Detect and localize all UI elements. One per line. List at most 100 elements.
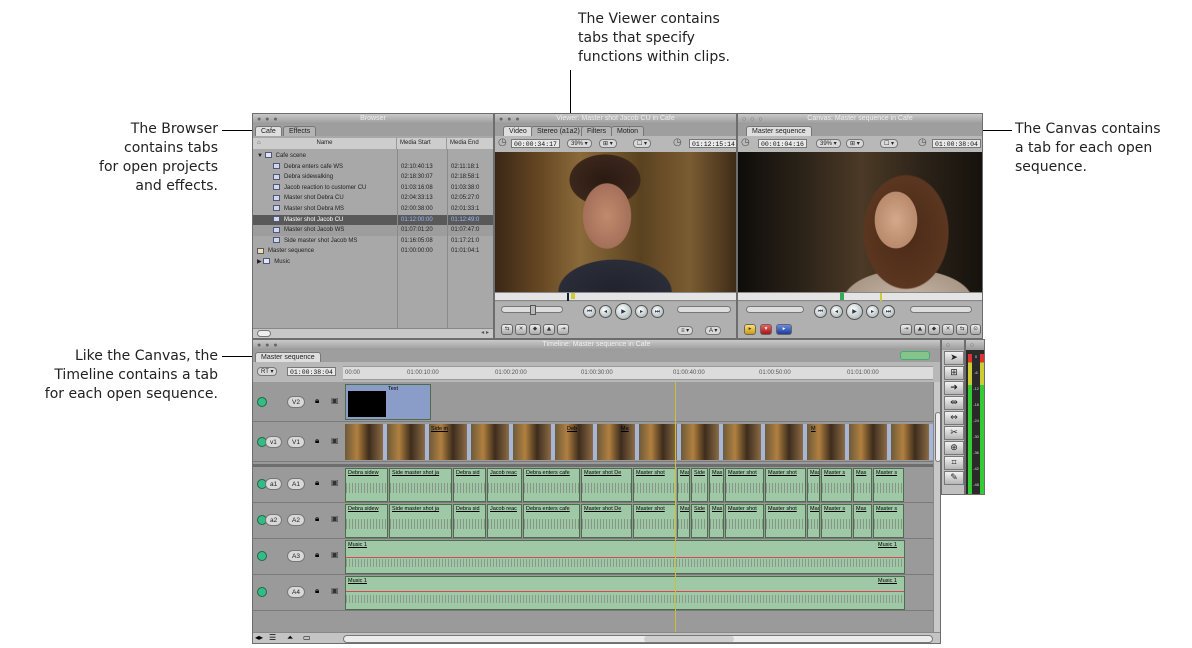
lock-icon[interactable]: 🔒︎ — [315, 550, 319, 560]
browser-row[interactable]: Master shot Jacob WS 01:07:01:20 01:07:47:… — [253, 225, 493, 236]
column-media-start[interactable]: Media Start — [397, 138, 447, 149]
browser-row[interactable]: Master shot Jacob CU 01:12:00:00 01:12:49:… — [253, 214, 493, 226]
destination-patch-a1[interactable]: A1 — [287, 478, 305, 490]
audio-clip[interactable]: Debra sid — [453, 504, 486, 538]
canvas-play-button[interactable]: ▶ — [846, 303, 863, 320]
audio-clip[interactable]: Mas — [709, 504, 724, 538]
audio-clip[interactable]: Side master shot ja — [389, 468, 452, 502]
audio-clip[interactable]: Master s — [873, 504, 904, 538]
disclosure-triangle-icon[interactable]: ▼ — [257, 153, 265, 159]
a4-level-line[interactable] — [346, 591, 904, 592]
tab-canvas-master-sequence[interactable]: Master sequence — [746, 126, 812, 136]
viewer-mark-in-out-button[interactable]: ⇥ — [557, 324, 569, 335]
tool-palette-titlebar[interactable]: ○ — [942, 340, 964, 350]
browser-row[interactable]: Debra sidewalking 02:18:30:07 02:18:58:1 — [253, 172, 493, 183]
auto-select-icon[interactable]: ▣ — [331, 478, 339, 487]
audio-clip[interactable]: Debra enters cafe — [523, 468, 580, 502]
audio-clip[interactable]: Side — [691, 504, 708, 538]
timeline-titlebar[interactable]: ● ● ● Timeline: Master sequence in Cafe — [253, 340, 940, 350]
timeline-ruler[interactable]: 00:00 01:00:10:00 01:00:20:00 01:00:30:0… — [343, 366, 933, 380]
browser-row[interactable]: ▶ Music — [253, 257, 493, 268]
source-patch-a2[interactable]: a2 — [265, 514, 283, 526]
canvas-mark-in-button[interactable]: ⇥ — [900, 324, 912, 335]
destination-patch-a2[interactable]: A2 — [287, 514, 305, 526]
lock-icon[interactable]: 🔒︎ — [315, 436, 319, 446]
tab-stereo[interactable]: Stereo (a1a2) — [531, 126, 586, 136]
scroll-arrows-icon[interactable]: ◂ ▸ — [481, 329, 489, 336]
canvas-duration[interactable]: 00:01:04:16 — [758, 139, 807, 148]
canvas-add-keyframe-button[interactable]: ◆ — [928, 324, 940, 335]
canvas-step-forward-button[interactable]: ▸ — [866, 305, 879, 318]
audio-clip[interactable]: Side — [691, 468, 708, 502]
audio-clip[interactable]: Master shot — [725, 468, 764, 502]
destination-patch-a4[interactable]: A4 — [287, 586, 305, 598]
viewer-jog[interactable] — [677, 306, 731, 313]
auto-select-icon[interactable]: ▣ — [331, 514, 339, 523]
tab-timeline-master-sequence[interactable]: Master sequence — [255, 352, 321, 362]
shuttle-knob[interactable] — [530, 305, 536, 315]
audio-clip[interactable]: Mas — [853, 468, 872, 502]
audio-clip[interactable]: Mas — [807, 504, 820, 538]
audio-clip[interactable]: Mas — [677, 504, 690, 538]
audio-meters-titlebar[interactable]: ○ — [966, 340, 984, 350]
audio-clip[interactable]: Master shot — [633, 468, 676, 502]
auto-select-icon[interactable]: ▣ — [331, 586, 339, 595]
audio-clip[interactable]: Master s — [821, 468, 852, 502]
audio-clip[interactable]: Mas — [807, 468, 820, 502]
viewer-next-edit-button[interactable]: ⏭ — [651, 305, 664, 318]
destination-patch-v2[interactable]: V2 — [287, 396, 305, 408]
canvas-prev-edit-button[interactable]: ⏮ — [814, 305, 827, 318]
viewer-step-forward-button[interactable]: ▸ — [635, 305, 648, 318]
canvas-add-marker-button[interactable]: ▲ — [914, 324, 926, 335]
roll-tool-icon[interactable]: ⇹ — [944, 396, 964, 410]
browser-row[interactable]: Master shot Debra CU 02:04:33:13 02:05:27:… — [253, 193, 493, 204]
lock-icon[interactable]: 🔒︎ — [315, 514, 319, 524]
insert-edit-button[interactable]: ▸ — [744, 324, 756, 335]
audio-clip[interactable]: Master shot — [765, 504, 806, 538]
viewer-video-frame[interactable] — [495, 152, 736, 292]
audio-clip[interactable]: Master shot — [725, 504, 764, 538]
viewer-add-keyframe-button[interactable]: ◆ — [529, 324, 541, 335]
pen-tool-icon[interactable]: ✎ — [944, 471, 964, 485]
rt-popup[interactable]: RT ▾ — [257, 367, 278, 376]
audio-clip[interactable]: Master shot — [765, 468, 806, 502]
source-patch-a1[interactable]: a1 — [265, 478, 283, 490]
slip-tool-icon[interactable]: ⇔ — [944, 411, 964, 425]
browser-scrollbar[interactable]: ◂ ▸ — [253, 328, 493, 338]
browser-row[interactable]: Debra enters cafe WS 02:10:40:13 02:11:18:… — [253, 162, 493, 173]
browser-row[interactable]: Master shot Debra MS 02:00:38:00 02:01:33:… — [253, 204, 493, 215]
viewer-scrubber[interactable] — [495, 292, 736, 301]
track-size-icon[interactable]: ▭ — [303, 633, 311, 642]
viewer-step-back-button[interactable]: ◂ — [599, 305, 612, 318]
replace-edit-button[interactable]: ▸ — [776, 324, 792, 335]
browser-row[interactable]: ▼ Cafe scene — [253, 151, 493, 162]
viewer-in-marker[interactable] — [571, 293, 575, 299]
tab-cafe[interactable]: Cafe — [255, 126, 282, 136]
audio-clip[interactable]: Master s — [873, 468, 904, 502]
tab-filters[interactable]: Filters — [581, 126, 613, 136]
track-select-tool-icon[interactable]: ➜ — [944, 381, 964, 395]
canvas-next-edit-button[interactable]: ⏭ — [882, 305, 895, 318]
canvas-shuttle[interactable] — [910, 306, 972, 313]
browser-row[interactable]: Master sequence 01:00:00:00 01:01:04:1 — [253, 246, 493, 257]
track-height-icon[interactable]: ☰ — [269, 633, 276, 642]
canvas-match-frame-button[interactable]: ⇆ — [956, 324, 968, 335]
viewer-duration[interactable]: 00:00:34:17 — [511, 139, 560, 148]
canvas-scrubber[interactable] — [738, 292, 982, 301]
canvas-current-timecode[interactable]: 01:00:38:04 — [932, 139, 981, 148]
lock-icon[interactable]: 🔒︎ — [315, 586, 319, 596]
zoom-thumb[interactable] — [644, 636, 734, 642]
audio-clip[interactable]: Mas — [677, 468, 690, 502]
canvas-titlebar[interactable]: ○ ○ ○ Canvas: Master sequence in Cafe — [738, 114, 982, 124]
audio-clip[interactable]: Mas — [709, 468, 724, 502]
tab-video[interactable]: Video — [503, 126, 533, 136]
selection-tool-icon[interactable]: ➤ — [944, 351, 964, 365]
column-name[interactable]: ⌂ Name — [253, 138, 397, 149]
viewer-add-marker-button[interactable]: ▲ — [543, 324, 555, 335]
timeline-zoom-scroller[interactable] — [343, 635, 933, 643]
razor-tool-icon[interactable]: ✂ — [944, 426, 964, 440]
viewer-view-popup[interactable]: ⊞ ▾ — [599, 139, 617, 148]
canvas-view-popup[interactable]: ⊞ ▾ — [846, 139, 864, 148]
audio-track-icon[interactable] — [257, 551, 267, 561]
canvas-zoom-popup[interactable]: 39% ▾ — [816, 139, 841, 148]
